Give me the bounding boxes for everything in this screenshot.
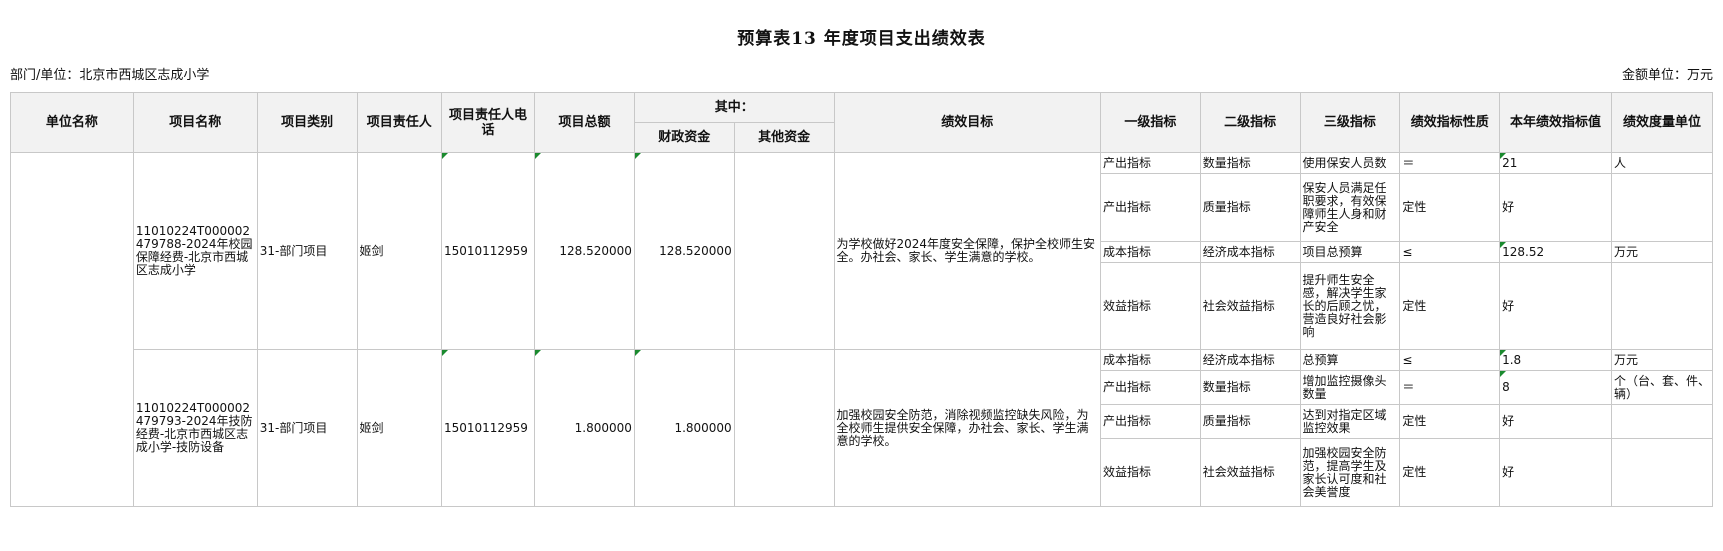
value-cell: 21 <box>1499 152 1612 174</box>
level1-cell: 产出指标 <box>1099 173 1201 242</box>
value-cell: 128.52 <box>1499 241 1612 263</box>
total-cell: 128.520000 <box>534 152 635 350</box>
measure-cell <box>1610 404 1714 439</box>
level3-cell: 提升师生安全感，解决学生家长的后顾之忧，营造良好社会影响 <box>1299 262 1401 350</box>
level1-cell: 产出指标 <box>1099 370 1201 405</box>
level3-cell: 加强校园安全防范，提高学生及家长认可度和社会美誉度 <box>1299 438 1401 507</box>
measure-cell: 个（台、套、件、辆） <box>1610 370 1714 405</box>
level2-cell: 质量指标 <box>1199 173 1301 242</box>
header-level3: 三级指标 <box>1299 92 1401 153</box>
header-value: 本年绩效指标值 <box>1499 92 1612 153</box>
header-goal: 绩效目标 <box>833 92 1101 153</box>
header-owner: 项目责任人 <box>356 92 442 153</box>
phone-cell: 15010112959 <box>440 349 536 507</box>
page-title: 预算表13 年度项目支出绩效表 <box>737 29 986 49</box>
header-level2: 二级指标 <box>1199 92 1301 153</box>
value-cell: 好 <box>1499 404 1612 439</box>
level2-cell: 社会效益指标 <box>1199 262 1301 350</box>
department-label: 部门/单位：北京市西城区志成小学 <box>10 68 210 83</box>
level1-cell: 效益指标 <box>1099 262 1201 350</box>
other-cell <box>733 349 835 507</box>
level1-cell: 产出指标 <box>1099 152 1201 174</box>
nature-cell: 定性 <box>1399 438 1501 507</box>
level1-cell: 成本指标 <box>1099 349 1201 371</box>
goal-cell: 为学校做好2024年度安全保障，保护全校师生安全。办社会、家长、学生满意的学校。 <box>833 152 1101 350</box>
nature-cell: 定性 <box>1399 173 1501 242</box>
project-type-cell: 31-部门项目 <box>256 349 358 507</box>
phone-cell: 15010112959 <box>440 152 536 350</box>
header-other: 其他资金 <box>733 122 835 153</box>
header-level1: 一级指标 <box>1099 92 1201 153</box>
header-fiscal: 财政资金 <box>633 122 735 153</box>
header-measure: 绩效度量单位 <box>1610 92 1714 153</box>
project-type-cell: 31-部门项目 <box>256 152 358 350</box>
value-cell: 好 <box>1499 438 1612 507</box>
level3-cell: 达到对指定区域监控效果 <box>1299 404 1401 439</box>
level2-cell: 数量指标 <box>1199 370 1301 405</box>
nature-cell: 定性 <box>1399 404 1501 439</box>
level3-cell: 保安人员满足任职要求，有效保障师生人身和财产安全 <box>1299 173 1401 242</box>
table-row: 11010224T000002479793-2024年技防经费-北京市西城区志成… <box>11 349 1714 507</box>
level1-cell: 成本指标 <box>1099 241 1201 263</box>
level3-cell: 总预算 <box>1299 349 1401 371</box>
other-cell <box>733 152 835 350</box>
level2-cell: 社会效益指标 <box>1199 438 1301 507</box>
header-owner-phone: 项目责任人电话 <box>440 92 536 153</box>
goal-cell: 加强校园安全防范，消除视频监控缺失风险，为全校师生提供安全保障，办社会、家长、学… <box>833 349 1101 507</box>
project-name-cell: 11010224T000002479788-2024年校园保障经费-北京市西城区… <box>132 152 258 350</box>
fiscal-cell: 1.800000 <box>633 349 735 507</box>
level2-cell: 数量指标 <box>1199 152 1301 174</box>
nature-cell: ≤ <box>1399 241 1501 263</box>
header-project-type: 项目类别 <box>256 92 358 153</box>
value-cell: 好 <box>1499 173 1612 242</box>
nature-cell: ＝ <box>1399 370 1501 405</box>
performance-table: 单位名称 项目名称 项目类别 项目责任人 项目责任人电话 项目总额 其中： 绩效… <box>10 92 1714 507</box>
nature-cell: ≤ <box>1399 349 1501 371</box>
level2-cell: 质量指标 <box>1199 404 1301 439</box>
owner-cell: 姬剑 <box>356 349 442 507</box>
measure-cell <box>1610 173 1714 242</box>
header-total: 项目总额 <box>534 92 635 153</box>
value-cell: 好 <box>1499 262 1612 350</box>
measure-cell <box>1610 438 1714 507</box>
measure-cell: 万元 <box>1610 349 1714 371</box>
header-nature: 绩效指标性质 <box>1399 92 1501 153</box>
amount-unit-label: 金额单位：万元 <box>1621 68 1713 83</box>
nature-cell: 定性 <box>1399 262 1501 350</box>
owner-cell: 姬剑 <box>356 152 442 350</box>
level2-cell: 经济成本指标 <box>1199 241 1301 263</box>
total-cell: 1.800000 <box>534 349 635 507</box>
header-unit-name: 单位名称 <box>10 92 134 153</box>
level1-cell: 产出指标 <box>1099 404 1201 439</box>
value-cell: 1.8 <box>1499 349 1612 371</box>
project-name-cell: 11010224T000002479793-2024年技防经费-北京市西城区志成… <box>132 349 258 507</box>
header-among: 其中： <box>633 92 835 123</box>
header-project-name: 项目名称 <box>132 92 258 153</box>
nature-cell: ＝ <box>1399 152 1501 174</box>
measure-cell: 万元 <box>1610 241 1714 263</box>
level3-cell: 增加监控摄像头数量 <box>1299 370 1401 405</box>
fiscal-cell: 128.520000 <box>633 152 735 350</box>
measure-cell: 人 <box>1610 152 1714 174</box>
table-row: 11010224T000002479788-2024年校园保障经费-北京市西城区… <box>10 152 1714 507</box>
level2-cell: 经济成本指标 <box>1199 349 1301 371</box>
measure-cell <box>1610 262 1714 350</box>
level1-cell: 效益指标 <box>1099 438 1201 507</box>
level3-cell: 项目总预算 <box>1299 241 1401 263</box>
unit-name-cell <box>10 152 134 507</box>
value-cell: 8 <box>1499 370 1612 405</box>
level3-cell: 使用保安人员数 <box>1299 152 1401 174</box>
